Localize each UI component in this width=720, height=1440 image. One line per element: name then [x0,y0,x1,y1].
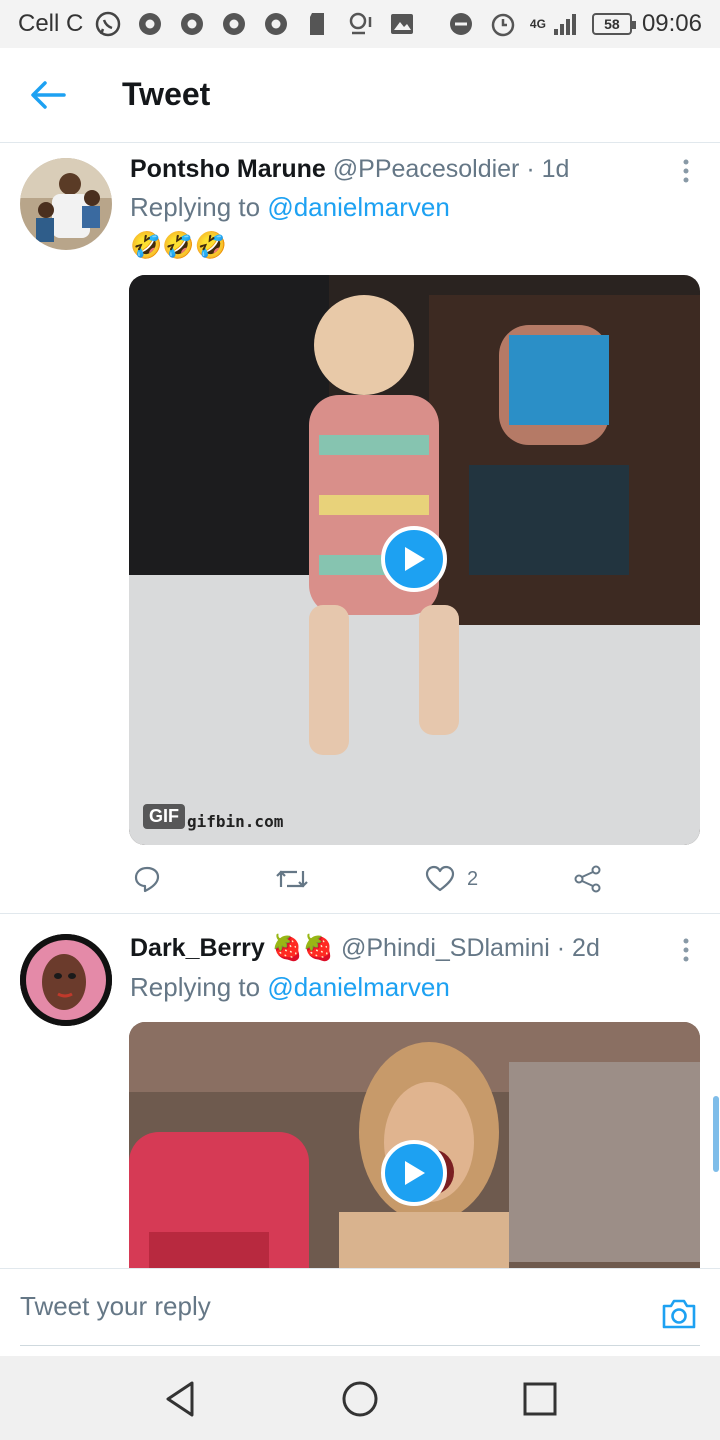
signal-icon [553,14,576,35]
network-type: 4G [529,17,546,31]
play-icon [405,547,425,571]
mention-link[interactable]: @danielmarven [267,972,449,1002]
scroll-indicator[interactable] [713,1096,719,1172]
chrome-icon [223,13,246,35]
share-button[interactable] [573,865,603,893]
nav-back-icon[interactable] [160,1378,202,1420]
share-icon [574,865,601,893]
avatar[interactable] [20,934,112,1026]
status-bar: Cell C 4G 58 09:06 [0,0,720,48]
play-button[interactable] [381,526,447,592]
retweet-button[interactable] [275,865,309,893]
back-arrow-icon[interactable] [30,80,66,110]
replying-prefix: Replying to [130,192,261,222]
play-button[interactable] [381,1140,447,1206]
reply-button[interactable] [133,865,161,893]
reply-icon [134,866,160,893]
gif-media[interactable] [129,1022,700,1268]
tweet-age: 2d [572,934,600,962]
replying-to-line: Replying to @danielmarven [130,972,450,1003]
gallery-icon [391,14,414,34]
battery-indicator: 58 [591,13,636,35]
clock: 09:06 [641,10,702,37]
tweet-actions: 2 [129,865,689,905]
nav-recents-icon[interactable] [519,1378,561,1420]
play-icon [405,1161,425,1185]
replying-prefix: Replying to [130,972,261,1002]
input-underline [20,1345,700,1346]
name-decoration: 🍓🍓 [271,934,335,962]
reply-input[interactable]: Tweet your reply [20,1291,620,1331]
author-handle[interactable]: @Phindi_SDlamini [341,934,550,962]
tweet-item[interactable]: Pontsho Marune @PPeacesoldier · 1d Reply… [0,143,720,913]
system-navigation-bar [0,1356,720,1440]
tweet-text: 🤣🤣🤣 [130,230,228,260]
retweet-icon [276,870,308,888]
author-handle[interactable]: @PPeacesoldier [333,155,520,183]
camera-icon[interactable] [660,1297,698,1331]
separator-dot: · [556,934,566,962]
sd-card-icon [310,13,325,35]
gif-media[interactable]: GIF gifbin.com [129,275,700,845]
page-title: Tweet [122,76,211,112]
replying-to-line: Replying to @danielmarven [130,192,450,223]
media-watermark: gifbin.com [187,812,284,831]
tweet-author-line: Pontsho Marune @PPeacesoldier · 1d [130,155,569,184]
alarm-icon [491,13,515,37]
whatsapp-icon [96,11,121,37]
chrome-icon [139,13,162,35]
chrome-icon [265,13,288,35]
tweet-author-line: Dark_Berry 🍓🍓 @Phindi_SDlamini · 2d [130,934,600,963]
mention-link[interactable]: @danielmarven [267,192,449,222]
nav-home-icon[interactable] [339,1378,381,1420]
dnd-icon [449,13,472,35]
separator-dot: · [526,155,535,183]
author-name[interactable]: Pontsho Marune [130,155,326,183]
avatar[interactable] [20,158,112,250]
like-button[interactable]: 2 [425,865,478,893]
chrome-icon [181,13,204,35]
heart-icon [425,865,455,892]
more-options-icon[interactable] [676,936,696,964]
more-options-icon[interactable] [676,157,696,185]
carrier-name: Cell C [18,10,84,37]
like-count: 2 [467,867,479,890]
author-name[interactable]: Dark_Berry [130,934,265,962]
location-alert-icon [350,12,372,35]
tweet-item[interactable]: Dark_Berry 🍓🍓 @Phindi_SDlamini · 2d Repl… [0,914,720,1268]
reply-composer: Tweet your reply [0,1268,720,1356]
gif-badge: GIF [143,804,185,829]
app-header: Tweet [0,48,720,143]
tweet-age: 1d [541,155,570,183]
